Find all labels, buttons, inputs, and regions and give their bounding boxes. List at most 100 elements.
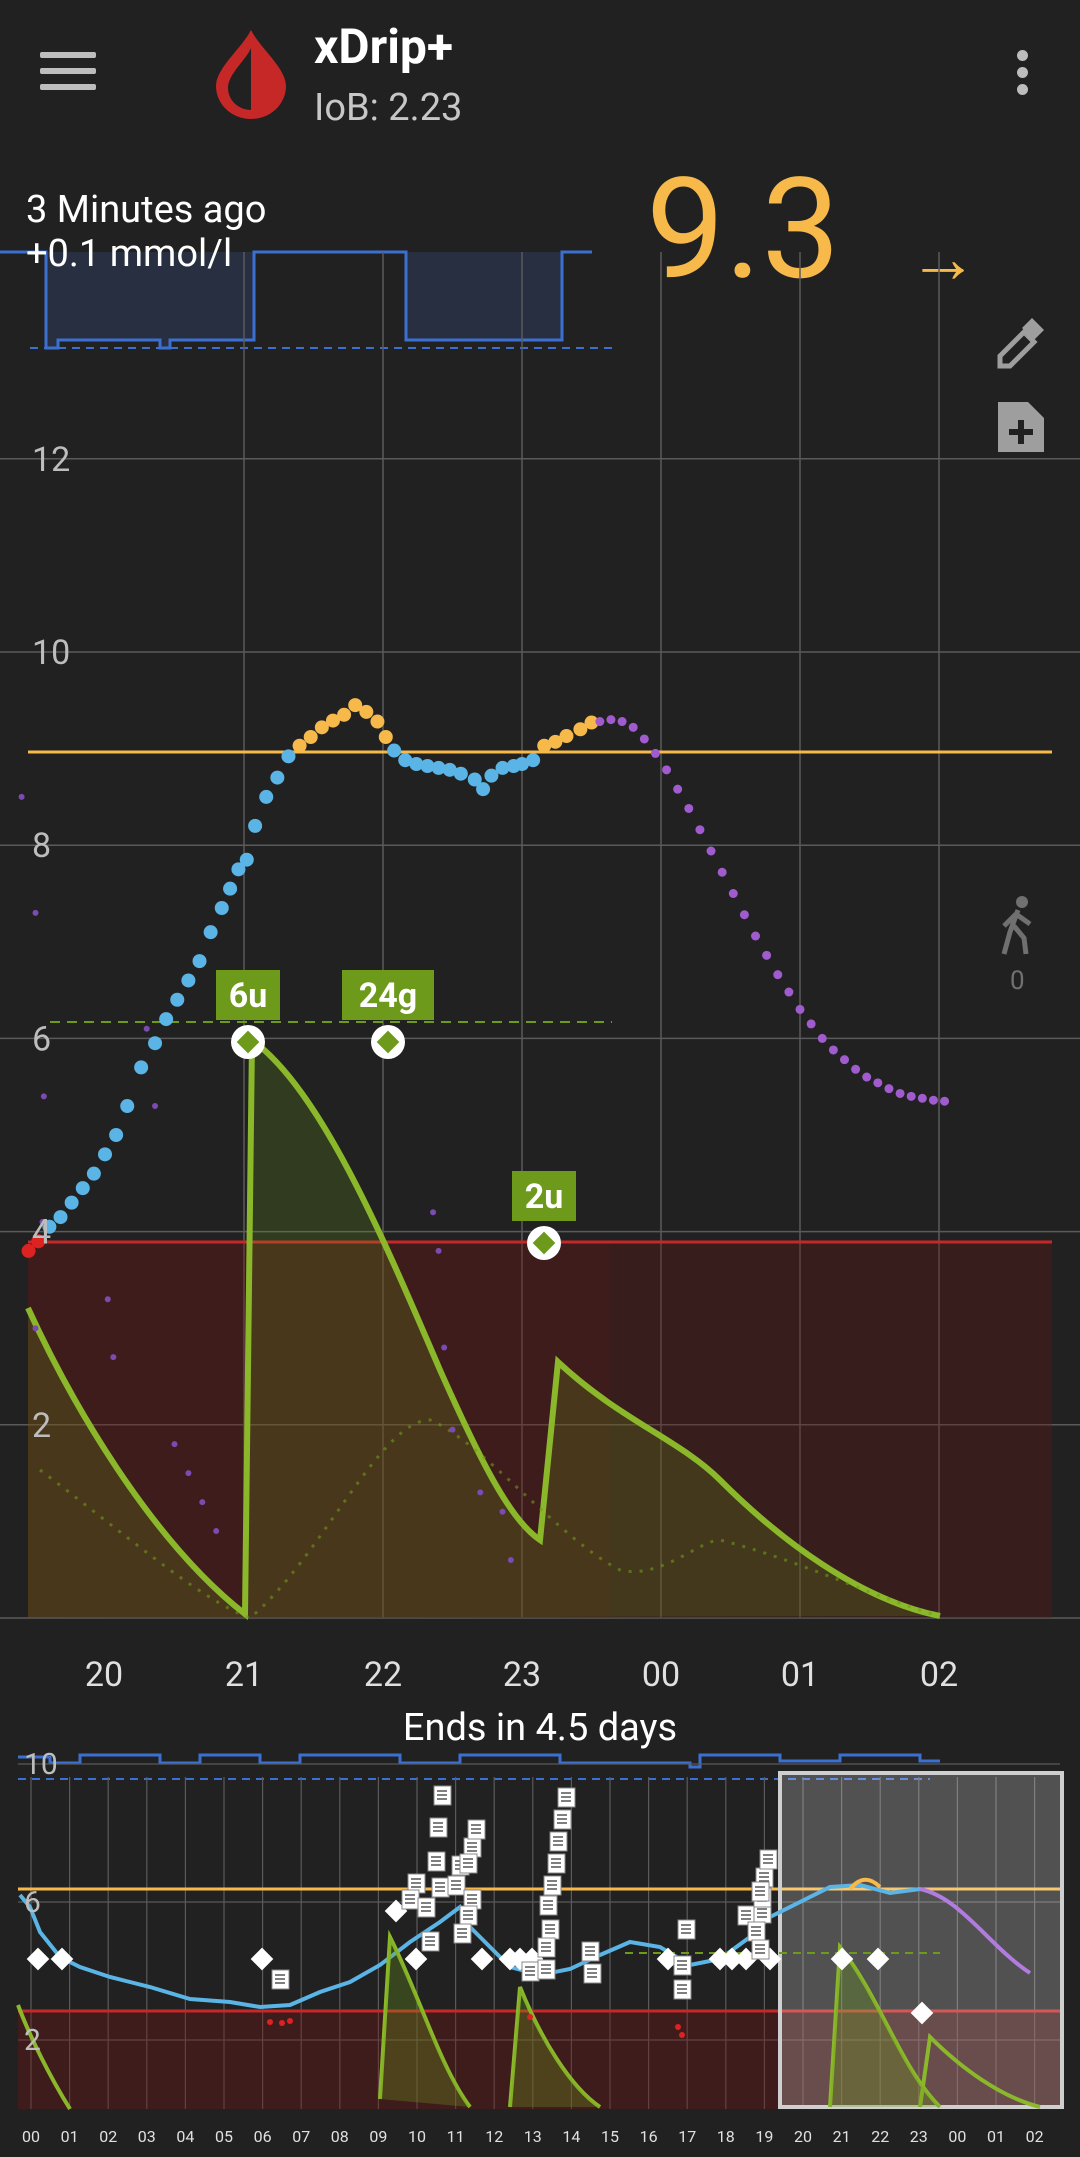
overview-x-tick: 02 xyxy=(1026,2127,1044,2146)
overview-x-tick: 03 xyxy=(138,2127,156,2146)
glucose-reading xyxy=(259,789,274,804)
walking-icon[interactable] xyxy=(1000,896,1036,956)
glucose-reading xyxy=(98,1147,112,1162)
predicted-reading xyxy=(739,910,749,920)
glucose-reading xyxy=(223,881,238,896)
note-icon xyxy=(543,1875,562,1896)
glucose-reading xyxy=(303,730,318,745)
glucose-reading xyxy=(281,749,296,764)
note-icon xyxy=(581,1941,600,1962)
predicted-reading xyxy=(639,734,649,744)
noise-reading xyxy=(171,1441,178,1448)
overview-x-tick: 07 xyxy=(292,2127,310,2146)
note-icon xyxy=(431,1877,450,1898)
predicted-reading xyxy=(695,825,705,835)
predicted-reading xyxy=(662,765,672,775)
predicted-reading xyxy=(762,950,772,960)
note-icon xyxy=(427,1851,446,1872)
predicted-reading xyxy=(628,722,638,732)
note-icon xyxy=(747,1921,766,1942)
predicted-reading xyxy=(806,1019,816,1029)
x-tick-label: 02 xyxy=(920,1655,958,1695)
overview-x-tick: 00 xyxy=(948,2127,966,2146)
predicted-reading xyxy=(884,1084,894,1094)
glucose-reading xyxy=(214,900,229,915)
note-icon xyxy=(453,1923,472,1944)
overview-x-tick: 22 xyxy=(871,2127,889,2146)
overview-treatment-marker xyxy=(26,1947,50,1971)
overview-x-tick: 13 xyxy=(524,2127,542,2146)
y-tick-label: 12 xyxy=(32,440,70,480)
predicted-reading xyxy=(906,1091,916,1101)
predicted-reading xyxy=(839,1055,849,1065)
treatment-label: 2u xyxy=(525,1177,564,1217)
predicted-reading xyxy=(828,1045,838,1055)
glucose-reading xyxy=(170,992,185,1007)
glucose-reading xyxy=(159,1012,174,1027)
noise-reading xyxy=(185,1470,192,1477)
x-tick-label: 22 xyxy=(364,1655,402,1695)
overview-x-tick: 08 xyxy=(331,2127,349,2146)
predicted-reading xyxy=(895,1088,905,1098)
note-icon xyxy=(557,1787,576,1808)
add-note-icon[interactable] xyxy=(994,402,1044,452)
noise-reading xyxy=(110,1354,117,1361)
y-tick-label: 2 xyxy=(32,1406,51,1446)
glucose-reading xyxy=(476,782,491,797)
predicted-reading xyxy=(873,1078,883,1088)
predicted-reading xyxy=(784,987,794,997)
noise-reading xyxy=(435,1247,442,1254)
eyedropper-icon[interactable] xyxy=(996,318,1044,370)
overview-x-tick: 04 xyxy=(176,2127,194,2146)
glucose-reading xyxy=(359,704,374,719)
glucose-reading xyxy=(239,852,254,867)
note-icon xyxy=(759,1849,778,1870)
glucose-reading xyxy=(292,738,307,753)
last-reading-age: 3 Minutes ago xyxy=(26,188,267,232)
note-icon xyxy=(429,1817,448,1838)
predicted-reading xyxy=(773,970,783,980)
overview-graph[interactable]: 10 6 2 00 01 02 03 04 05 06 07 08 09 10 11 12 13 14 15 16 1… xyxy=(0,1737,1080,2157)
overview-treatment-marker xyxy=(470,1947,494,1971)
overview-x-tick: 18 xyxy=(717,2127,735,2146)
overview-y-tick: 6 xyxy=(24,1885,41,1920)
noise-reading xyxy=(499,1508,506,1515)
glucose-reading xyxy=(86,1166,101,1181)
glucose-reading xyxy=(559,729,574,744)
glucose-reading xyxy=(53,1210,68,1225)
glucose-reading xyxy=(387,743,402,758)
noise-reading xyxy=(430,1209,437,1216)
y-tick-label: 6 xyxy=(32,1019,51,1059)
overview-x-tick: 09 xyxy=(369,2127,387,2146)
overview-y-tick: 2 xyxy=(24,2023,41,2058)
overview-x-tick: 01 xyxy=(61,2127,79,2146)
note-icon xyxy=(539,1895,558,1916)
glucose-reading xyxy=(270,770,285,785)
noise-reading xyxy=(18,793,25,800)
predicted-reading xyxy=(817,1033,827,1043)
predicted-reading xyxy=(940,1096,950,1106)
overview-x-tick: 19 xyxy=(755,2127,773,2146)
glucose-reading xyxy=(370,714,385,729)
x-tick-label: 20 xyxy=(85,1655,123,1695)
glucose-reading xyxy=(526,753,541,768)
note-icon xyxy=(547,1853,566,1874)
steps-count: 0 xyxy=(1010,966,1025,996)
noise-reading xyxy=(40,1093,47,1100)
x-tick-label: 00 xyxy=(642,1655,680,1695)
overview-x-tick: 10 xyxy=(408,2127,426,2146)
overview-x-tick: 16 xyxy=(640,2127,658,2146)
note-icon xyxy=(271,1969,290,1990)
note-icon xyxy=(751,1939,770,1960)
note-icon xyxy=(459,1905,478,1926)
overview-x-tick: 21 xyxy=(833,2127,851,2146)
note-icon xyxy=(541,1919,560,1940)
glucose-reading xyxy=(120,1099,135,1114)
overview-viewport[interactable] xyxy=(778,1771,1064,2109)
overview-x-tick: 17 xyxy=(678,2127,696,2146)
noise-reading xyxy=(449,1426,456,1433)
predicted-reading xyxy=(684,803,694,813)
y-tick-label: 8 xyxy=(32,826,51,866)
glucose-reading xyxy=(203,925,218,940)
overview-x-tick: 00 xyxy=(22,2127,40,2146)
